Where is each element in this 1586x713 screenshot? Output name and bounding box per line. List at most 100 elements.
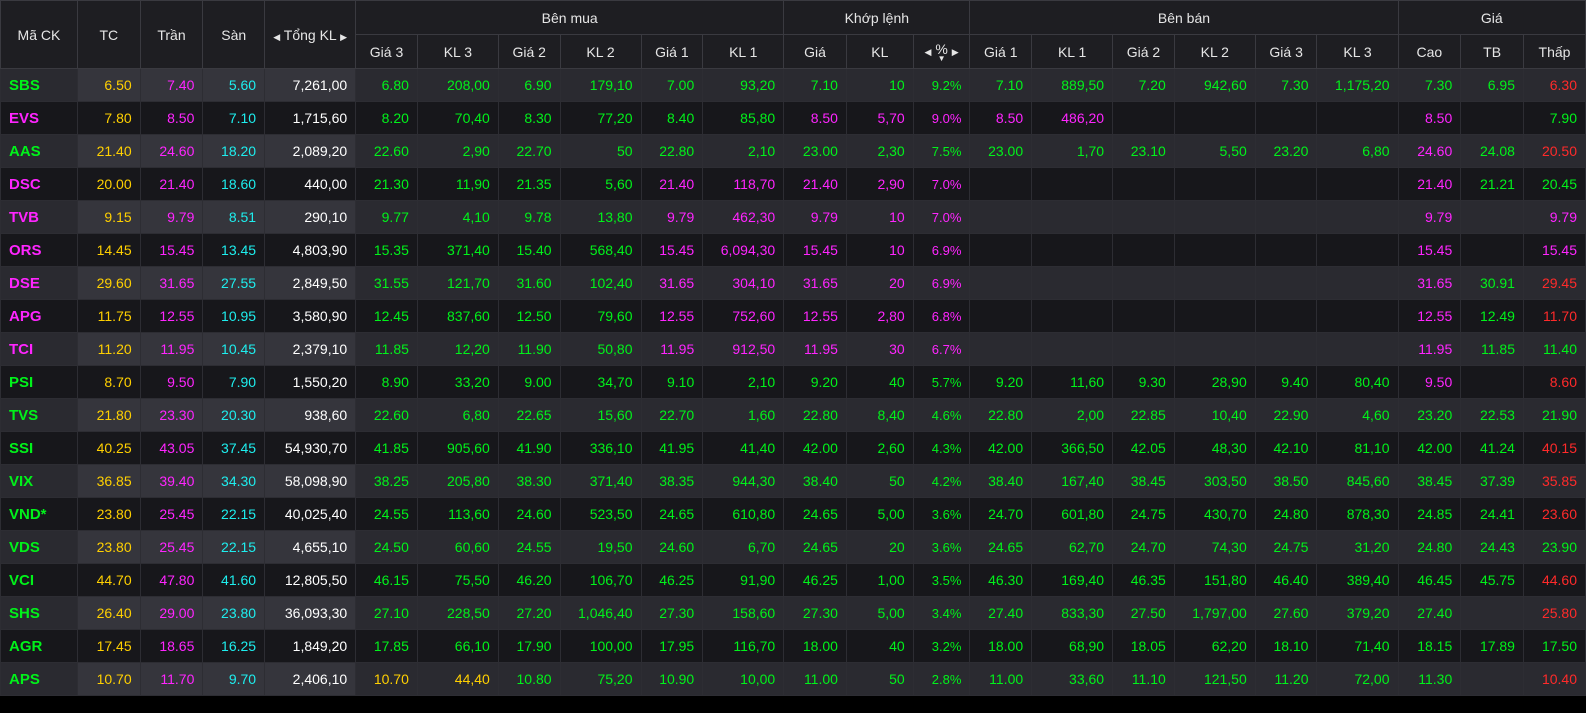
bid3-volume: 60,60 <box>416 530 499 564</box>
bid3-volume: 11,90 <box>416 167 499 201</box>
table-row[interactable]: TVB 9.15 9.79 8.51 290,10 9.77 4,10 9.78 13,80 9.… <box>0 200 1586 234</box>
stock-symbol[interactable]: APS <box>0 662 78 696</box>
table-row[interactable]: AAS 21.40 24.60 18.20 2,089,20 22.60 2,90 22.70… <box>0 134 1586 168</box>
bid1-price: 11.95 <box>640 332 704 366</box>
arrow-left-icon[interactable]: ◀ <box>273 32 280 43</box>
match-percent: 6.9% <box>912 266 971 300</box>
ask1-volume: 833,30 <box>1031 596 1114 630</box>
bid3-price: 31.55 <box>355 266 418 300</box>
arrow-left-icon[interactable]: ◀ <box>925 47 932 58</box>
stock-symbol[interactable]: TCI <box>0 332 78 366</box>
bid1-price: 9.10 <box>640 365 704 399</box>
stock-symbol[interactable]: DSC <box>0 167 78 201</box>
table-row[interactable]: SBS 6.50 7.40 5.60 7,261,00 6.80 208,00 6.90 179… <box>0 68 1586 102</box>
bid3-volume: 371,40 <box>416 233 499 267</box>
bid2-price: 31.60 <box>497 266 561 300</box>
table-row[interactable]: SHS 26.40 29.00 23.80 36,093,30 27.10 228,50 27… <box>0 596 1586 630</box>
ref-price: 23.80 <box>76 497 141 531</box>
bid3-volume: 113,60 <box>416 497 499 531</box>
stock-symbol[interactable]: AGR <box>0 629 78 663</box>
bid2-volume: 50,80 <box>559 332 642 366</box>
average-price: 12.49 <box>1460 299 1524 333</box>
floor-price: 20.30 <box>202 398 266 432</box>
total-volume: 2,089,20 <box>264 134 357 168</box>
match-price: 11.95 <box>783 332 847 366</box>
match-price: 23.00 <box>783 134 847 168</box>
stock-symbol[interactable]: SSI <box>0 431 78 465</box>
bid1-volume: 85,80 <box>702 101 785 135</box>
match-price: 22.80 <box>783 398 847 432</box>
arrow-right-icon[interactable]: ▶ <box>952 47 959 58</box>
match-price: 15.45 <box>783 233 847 267</box>
col-symbol-header[interactable]: Mã CK <box>0 0 78 69</box>
stock-symbol[interactable]: AAS <box>0 134 78 168</box>
ask3-price <box>1254 266 1318 300</box>
table-row[interactable]: TVS 21.80 23.30 20.30 938,60 22.60 6,80 22.65 15… <box>0 398 1586 432</box>
floor-price: 37.45 <box>202 431 266 465</box>
ask3-price <box>1254 167 1318 201</box>
table-row[interactable]: VDS 23.80 25.45 22.15 4,655,10 24.50 60,60 24.5… <box>0 530 1586 564</box>
stock-symbol[interactable]: APG <box>0 299 78 333</box>
average-header: TB <box>1460 34 1524 69</box>
average-price: 17.89 <box>1460 629 1524 663</box>
stock-symbol[interactable]: VDS <box>0 530 78 564</box>
match-price: 9.79 <box>783 200 847 234</box>
table-row[interactable]: PSI 8.70 9.50 7.90 1,550,20 8.90 33,20 9.00 34,7… <box>0 365 1586 399</box>
table-row[interactable]: APG 11.75 12.55 10.95 3,580,90 12.45 837,60 12.… <box>0 299 1586 333</box>
bid1-price: 41.95 <box>640 431 704 465</box>
low-price: 21.90 <box>1522 398 1586 432</box>
stock-symbol[interactable]: TVS <box>0 398 78 432</box>
match-volume-header: KL <box>845 34 914 69</box>
floor-price: 22.15 <box>202 497 266 531</box>
table-row[interactable]: AGR 17.45 18.65 16.25 1,849,20 17.85 66,10 17.9… <box>0 629 1586 663</box>
stock-symbol[interactable]: PSI <box>0 365 78 399</box>
table-row[interactable]: TCI 11.20 11.95 10.45 2,379,10 11.85 12,20 11.9… <box>0 332 1586 366</box>
ask2-price <box>1112 332 1175 366</box>
table-row[interactable]: VCI 44.70 47.80 41.60 12,805,50 46.15 75,50 46.… <box>0 563 1586 597</box>
arrow-right-icon[interactable]: ▶ <box>340 32 347 43</box>
table-row[interactable]: VIX 36.85 39.40 34.30 58,098,90 38.25 205,80 38… <box>0 464 1586 498</box>
stock-symbol[interactable]: VCI <box>0 563 78 597</box>
high-price: 23.20 <box>1397 398 1462 432</box>
stock-symbol[interactable]: TVB <box>0 200 78 234</box>
high-price: 7.30 <box>1397 68 1462 102</box>
bid1-price: 22.70 <box>640 398 704 432</box>
ask2-volume: 48,30 <box>1173 431 1256 465</box>
stock-symbol[interactable]: EVS <box>0 101 78 135</box>
bid3-volume: 837,60 <box>416 299 499 333</box>
stock-symbol[interactable]: VIX <box>0 464 78 498</box>
table-row[interactable]: ORS 14.45 15.45 13.45 4,803,90 15.35 371,40 15.… <box>0 233 1586 267</box>
stock-symbol[interactable]: SHS <box>0 596 78 630</box>
ask2-price: 46.35 <box>1112 563 1175 597</box>
low-price: 7.90 <box>1522 101 1586 135</box>
ask2-volume: 942,60 <box>1173 68 1256 102</box>
table-row[interactable]: VND* 23.80 25.45 22.15 40,025,40 24.55 113,60 2… <box>0 497 1586 531</box>
stock-symbol[interactable]: SBS <box>0 68 78 102</box>
high-price: 11.30 <box>1397 662 1462 696</box>
high-price: 18.15 <box>1397 629 1462 663</box>
match-percent-header[interactable]: ◀ % ▼ ▶ <box>912 34 971 69</box>
stock-symbol[interactable]: ORS <box>0 233 78 267</box>
bid2-volume: 50 <box>559 134 642 168</box>
bid3-volume: 6,80 <box>416 398 499 432</box>
table-row[interactable]: DSC 20.00 21.40 18.60 440,00 21.30 11,90 21.35 5… <box>0 167 1586 201</box>
stock-symbol[interactable]: DSE <box>0 266 78 300</box>
ask2-price: 11.10 <box>1112 662 1175 696</box>
table-row[interactable]: EVS 7.80 8.50 7.10 1,715,60 8.20 70,40 8.30 77,2… <box>0 101 1586 135</box>
sort-desc-icon[interactable]: ▼ <box>938 54 946 62</box>
ask2-volume <box>1173 299 1256 333</box>
stock-symbol[interactable]: VND* <box>0 497 78 531</box>
ask1-price: 42.00 <box>969 431 1033 465</box>
bid3-price: 11.85 <box>355 332 418 366</box>
col-total-volume-header[interactable]: ◀ Tổng KL ▶ <box>264 0 357 69</box>
ask1-price: 38.40 <box>969 464 1033 498</box>
table-row[interactable]: DSE 29.60 31.65 27.55 2,849,50 31.55 121,70 31.… <box>0 266 1586 300</box>
ask3-volume: 878,30 <box>1316 497 1399 531</box>
bid2-price: 12.50 <box>497 299 561 333</box>
average-price <box>1460 662 1524 696</box>
table-row[interactable]: SSI 40.25 43.05 37.45 54,930,70 41.85 905,60 41… <box>0 431 1586 465</box>
table-row[interactable]: APS 10.70 11.70 9.70 2,406,10 10.70 44,40 10.80… <box>0 662 1586 696</box>
low-price: 40.15 <box>1522 431 1586 465</box>
ask2-volume: 430,70 <box>1173 497 1256 531</box>
price-header: Giá <box>1397 0 1586 35</box>
